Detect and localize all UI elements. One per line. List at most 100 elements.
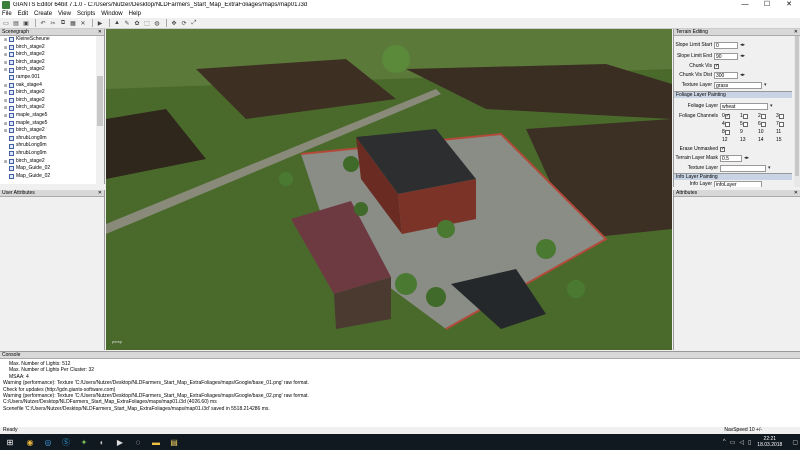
attributes-close-icon[interactable]: ✕ <box>794 190 798 197</box>
texture-layer2-dropdown-icon[interactable]: ▾ <box>768 165 771 171</box>
paste-icon[interactable]: ▦ <box>69 19 77 27</box>
paint-icon[interactable]: ✎ <box>123 19 131 27</box>
menu-scripts[interactable]: Scripts <box>77 11 95 17</box>
slope-limit-start-input[interactable]: 0 <box>714 41 738 49</box>
tree-item[interactable]: ⊞ birch_stage2 <box>0 158 97 166</box>
play-icon[interactable]: ▶ <box>96 19 104 27</box>
tray-chevron-icon[interactable]: ^ <box>723 439 726 445</box>
channel-14[interactable]: 14 <box>758 137 764 143</box>
save-icon[interactable]: ▣ <box>22 19 30 27</box>
foliage-layer-dropdown-icon[interactable]: ▾ <box>770 103 773 109</box>
tree-item[interactable]: ⊞ birch_stage2 <box>0 127 97 135</box>
copy-icon[interactable]: ⧉ <box>59 19 67 27</box>
erase-unmasked-checkbox[interactable] <box>720 146 725 152</box>
slope-limit-start-stepper[interactable]: ◂▸ <box>740 42 745 48</box>
tree-item[interactable]: ⊞ maple_stage5 <box>0 120 97 128</box>
channel-11[interactable]: 11 <box>776 129 781 135</box>
tree-item[interactable]: shrubLong9m <box>0 150 97 158</box>
channel-checkbox[interactable] <box>724 113 730 119</box>
minimize-button[interactable]: — <box>734 0 756 10</box>
folder-icon[interactable]: ▬ <box>149 436 163 448</box>
3d-viewport[interactable]: persp <box>106 29 672 350</box>
menu-help[interactable]: Help <box>129 11 141 17</box>
texture-layer-dropdown-icon[interactable]: ▾ <box>764 82 767 88</box>
tree-item[interactable]: ⊞ birch_stage2 <box>0 66 97 74</box>
tree-item[interactable]: ⊞ birch_stage2 <box>0 51 97 59</box>
channel-checkbox[interactable] <box>778 121 784 127</box>
channel-checkbox[interactable] <box>760 121 766 127</box>
tree-item[interactable]: ⊞ birch_stage2 <box>0 44 97 52</box>
channel-6[interactable]: 6 <box>758 121 766 127</box>
tree-item[interactable]: shrubLong9m <box>0 135 97 143</box>
delete-icon[interactable]: ✕ <box>79 19 87 27</box>
terrain-editing-close-icon[interactable]: ✕ <box>794 29 798 36</box>
menu-view[interactable]: View <box>58 11 71 17</box>
slope-limit-end-stepper[interactable]: ◂▸ <box>740 53 745 59</box>
undo-icon[interactable]: ↶ <box>39 19 47 27</box>
chunk-vis-dist-input[interactable]: 300 <box>714 71 738 79</box>
tree-item[interactable]: Map_Guide_02 <box>0 165 97 173</box>
info-layer-painting-section[interactable]: Info Layer Painting <box>674 173 792 180</box>
tree-item[interactable]: ⊞ birch_stage2 <box>0 59 97 67</box>
channel-10[interactable]: 10 <box>758 129 764 135</box>
channel-checkbox[interactable] <box>724 129 730 135</box>
tree-item[interactable]: ⊞ birch_stage2 <box>0 97 97 105</box>
channel-12[interactable]: 12 <box>722 137 728 143</box>
open-folder-icon[interactable]: ▤ <box>12 19 20 27</box>
channel-4[interactable]: 4 <box>722 121 730 127</box>
select-icon[interactable]: ⬚ <box>143 19 151 27</box>
channel-15[interactable]: 15 <box>776 137 782 143</box>
channel-2[interactable]: 2 <box>758 113 766 119</box>
channel-8[interactable]: 8 <box>722 129 730 135</box>
foliage-layer-select[interactable]: wheat <box>720 102 768 110</box>
slope-limit-end-input[interactable]: 90 <box>714 52 738 60</box>
menu-file[interactable]: File <box>2 11 12 17</box>
tree-item[interactable]: Map_Guide_02 <box>0 173 97 181</box>
terrain-layer-mask-stepper[interactable]: ◂▸ <box>744 155 749 161</box>
battery-icon[interactable]: ▯ <box>748 439 751 446</box>
giants-icon[interactable]: ◌ <box>131 436 145 448</box>
info-layer-select[interactable]: infoLayer <box>714 181 762 187</box>
browser-icon[interactable]: ◎ <box>41 436 55 448</box>
texture-layer-select[interactable]: grass <box>714 81 762 89</box>
scenegraph-scrollbar[interactable] <box>96 36 104 184</box>
volume-icon[interactable]: ◁ <box>739 439 744 446</box>
tree-item[interactable]: ⊞ oak_stage4 <box>0 82 97 90</box>
scrollbar-thumb[interactable] <box>97 76 103 126</box>
terrain-layer-mask-input[interactable]: 0.5 <box>720 154 742 162</box>
channel-checkbox[interactable] <box>742 113 748 119</box>
tree-item[interactable]: shrubLong9m <box>0 142 97 150</box>
menu-edit[interactable]: Edit <box>18 11 28 17</box>
chrome-icon[interactable]: ◉ <box>23 436 37 448</box>
rotate-icon[interactable]: ⟳ <box>180 19 188 27</box>
network-icon[interactable]: ▭ <box>730 439 736 446</box>
user-attributes-close-icon[interactable]: ✕ <box>98 190 102 197</box>
windows-start-icon[interactable]: ⊞ <box>3 436 17 448</box>
channel-7[interactable]: 7 <box>776 121 784 127</box>
channel-5[interactable]: 5 <box>740 121 748 127</box>
brush-icon[interactable]: ◍ <box>153 19 161 27</box>
terrain-panel-scrollbar[interactable] <box>794 36 800 187</box>
chunk-vis-checkbox[interactable] <box>714 63 719 69</box>
skype-icon[interactable]: Ⓢ <box>59 436 73 448</box>
scrollbar-thumb[interactable] <box>795 36 799 176</box>
tree-item[interactable]: ⊞ KleineScheune <box>0 36 97 44</box>
cut-icon[interactable]: ✂ <box>49 19 57 27</box>
tree-item[interactable]: ⊞ birch_stage2 <box>0 89 97 97</box>
media-icon[interactable]: ▶ <box>113 436 127 448</box>
channel-checkbox[interactable] <box>778 113 784 119</box>
channel-0[interactable]: 0 <box>722 113 730 120</box>
menu-window[interactable]: Window <box>101 11 122 17</box>
channel-9[interactable]: 9 <box>740 129 743 135</box>
notes-icon[interactable]: ▤ <box>167 436 181 448</box>
channel-checkbox[interactable] <box>742 121 748 127</box>
menu-create[interactable]: Create <box>34 11 52 17</box>
channel-3[interactable]: 3 <box>776 113 784 119</box>
terrain-icon[interactable]: ▲ <box>113 19 121 27</box>
maximize-button[interactable]: ☐ <box>756 0 778 10</box>
notifications-icon[interactable]: ▢ <box>792 439 798 446</box>
channel-checkbox[interactable] <box>760 113 766 119</box>
move-icon[interactable]: ✥ <box>170 19 178 27</box>
foliage-icon[interactable]: ✿ <box>133 19 141 27</box>
scale-icon[interactable]: ⤢ <box>190 19 198 27</box>
